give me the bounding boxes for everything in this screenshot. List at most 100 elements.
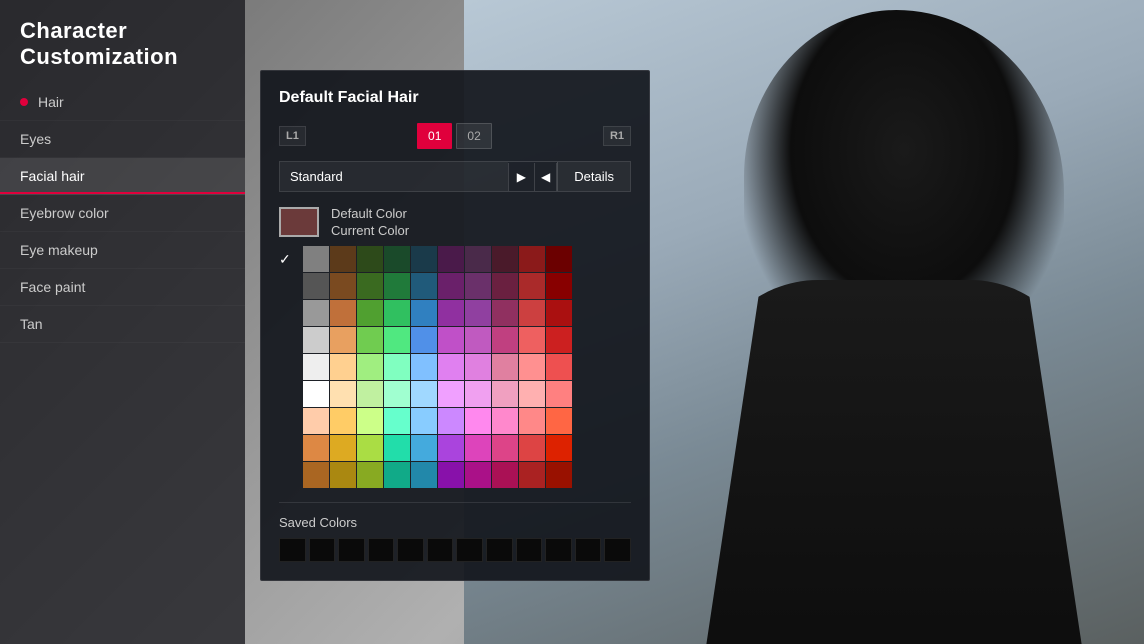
saved-color-cell[interactable] (338, 538, 365, 562)
color-cell[interactable] (438, 435, 464, 461)
details-left-arrow[interactable]: ◀ (534, 163, 557, 191)
color-cell[interactable] (384, 435, 410, 461)
color-cell[interactable] (330, 327, 356, 353)
saved-color-cell[interactable] (456, 538, 483, 562)
color-cell[interactable] (303, 354, 329, 380)
color-cell[interactable] (330, 246, 356, 272)
color-cell[interactable] (303, 408, 329, 434)
saved-color-cell[interactable] (516, 538, 543, 562)
color-cell[interactable] (492, 354, 518, 380)
color-cell[interactable] (519, 381, 545, 407)
color-cell[interactable] (465, 408, 491, 434)
saved-color-cell[interactable] (309, 538, 336, 562)
saved-color-cell[interactable] (545, 538, 572, 562)
color-cell[interactable] (519, 408, 545, 434)
saved-color-cell[interactable] (604, 538, 631, 562)
color-cell[interactable] (384, 408, 410, 434)
color-cell[interactable] (330, 273, 356, 299)
color-cell[interactable] (546, 354, 572, 380)
color-cell[interactable] (384, 300, 410, 326)
details-button[interactable]: Details (557, 162, 630, 191)
color-cell[interactable] (465, 435, 491, 461)
color-cell[interactable] (411, 273, 437, 299)
color-cell[interactable] (492, 435, 518, 461)
color-cell[interactable] (330, 408, 356, 434)
color-cell[interactable] (465, 246, 491, 272)
color-cell[interactable] (357, 327, 383, 353)
color-cell[interactable] (411, 435, 437, 461)
color-cell[interactable] (357, 354, 383, 380)
color-cell[interactable] (546, 246, 572, 272)
color-cell[interactable] (546, 273, 572, 299)
color-cell[interactable] (465, 354, 491, 380)
saved-color-cell[interactable] (279, 538, 306, 562)
color-cell[interactable] (438, 300, 464, 326)
color-cell[interactable] (411, 300, 437, 326)
color-cell[interactable] (357, 273, 383, 299)
color-cell[interactable] (330, 300, 356, 326)
color-cell[interactable] (519, 273, 545, 299)
color-cell[interactable] (303, 381, 329, 407)
color-cell[interactable] (519, 435, 545, 461)
tab-01[interactable]: 01 (417, 123, 452, 149)
color-cell[interactable] (519, 354, 545, 380)
color-cell[interactable] (438, 327, 464, 353)
color-cell[interactable] (546, 462, 572, 488)
color-cell[interactable] (384, 354, 410, 380)
color-cell[interactable] (546, 435, 572, 461)
color-cell[interactable] (546, 300, 572, 326)
color-cell[interactable] (492, 462, 518, 488)
color-cell[interactable] (357, 408, 383, 434)
color-cell[interactable] (303, 435, 329, 461)
sidebar-item-eye-makeup[interactable]: Eye makeup (0, 232, 245, 269)
color-cell[interactable] (492, 300, 518, 326)
color-cell[interactable] (303, 327, 329, 353)
color-cell[interactable] (411, 327, 437, 353)
color-cell[interactable] (330, 354, 356, 380)
color-cell[interactable] (465, 381, 491, 407)
color-cell[interactable] (303, 300, 329, 326)
color-cell[interactable] (492, 246, 518, 272)
color-cell[interactable] (438, 408, 464, 434)
color-cell[interactable] (492, 381, 518, 407)
color-cell[interactable] (492, 408, 518, 434)
color-cell[interactable] (438, 462, 464, 488)
color-cell[interactable] (384, 246, 410, 272)
color-cell[interactable] (384, 327, 410, 353)
style-next-button[interactable]: ▶ (508, 163, 534, 191)
color-cell[interactable] (546, 408, 572, 434)
color-cell[interactable] (519, 246, 545, 272)
color-cell[interactable] (330, 435, 356, 461)
color-cell[interactable] (303, 462, 329, 488)
tab-02[interactable]: 02 (456, 123, 491, 149)
color-cell[interactable] (438, 381, 464, 407)
color-cell[interactable] (411, 462, 437, 488)
color-cell[interactable] (465, 462, 491, 488)
color-cell[interactable] (411, 354, 437, 380)
color-cell[interactable] (357, 300, 383, 326)
color-cell[interactable] (546, 381, 572, 407)
nav-r1-button[interactable]: R1 (603, 126, 631, 146)
color-cell[interactable] (492, 273, 518, 299)
color-cell[interactable] (465, 273, 491, 299)
sidebar-item-eyes[interactable]: Eyes (0, 121, 245, 158)
color-cell[interactable] (519, 462, 545, 488)
color-cell[interactable] (411, 381, 437, 407)
color-cell[interactable] (357, 381, 383, 407)
color-cell[interactable] (492, 327, 518, 353)
color-cell[interactable] (411, 246, 437, 272)
saved-color-cell[interactable] (486, 538, 513, 562)
saved-color-cell[interactable] (427, 538, 454, 562)
color-cell[interactable] (438, 273, 464, 299)
color-cell[interactable] (357, 435, 383, 461)
saved-color-cell[interactable] (397, 538, 424, 562)
color-cell[interactable] (384, 462, 410, 488)
saved-color-cell[interactable] (575, 538, 602, 562)
color-cell[interactable] (465, 327, 491, 353)
color-cell[interactable] (357, 462, 383, 488)
color-cell[interactable] (330, 381, 356, 407)
color-cell[interactable] (303, 273, 329, 299)
sidebar-item-tan[interactable]: Tan (0, 306, 245, 343)
sidebar-item-face-paint[interactable]: Face paint (0, 269, 245, 306)
color-cell[interactable] (438, 246, 464, 272)
